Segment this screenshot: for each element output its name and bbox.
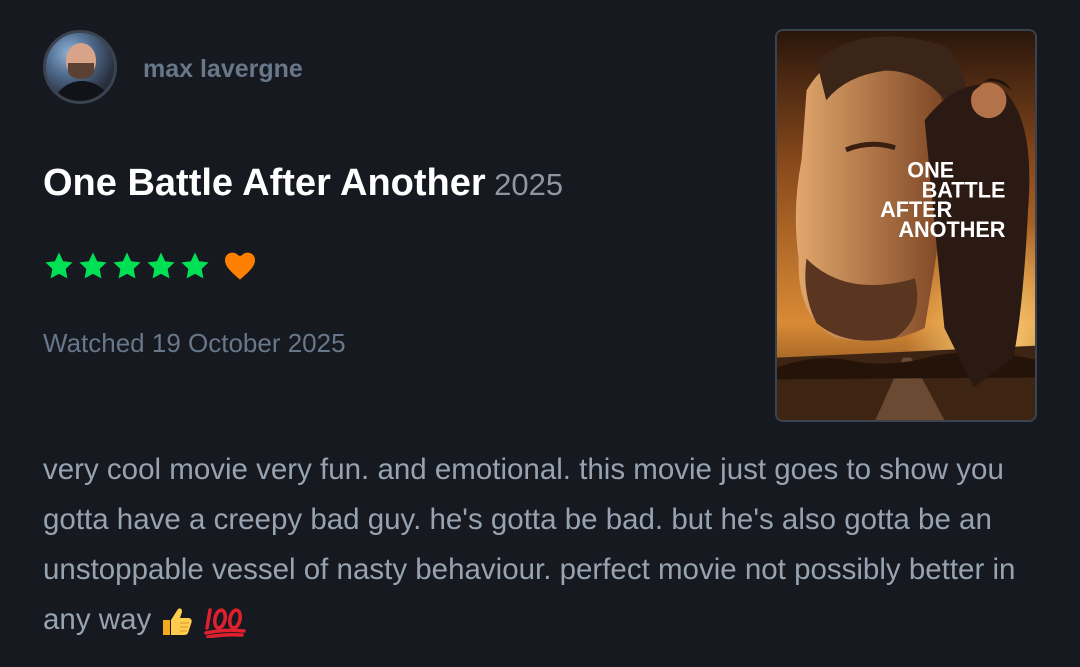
star-icon [43,250,75,282]
star-icon [77,250,109,282]
username-link[interactable]: max lavergne [143,55,303,84]
star-icon [111,250,143,282]
avatar-shirt [52,81,112,101]
rating-row [43,248,257,284]
watched-date[interactable]: Watched 19 October 2025 [43,328,346,359]
star-icon [145,250,177,282]
film-title-row: One Battle After Another 2025 [43,162,563,205]
hundred-points-icon [203,604,246,639]
film-year[interactable]: 2025 [494,167,563,202]
poster-title-line: ANOTHER [898,217,1005,242]
user-avatar[interactable] [43,30,117,104]
star-icon [179,250,211,282]
thumbs-up-icon [159,603,195,639]
film-title[interactable]: One Battle After Another [43,162,486,204]
review-body: very cool movie very fun. and emotional.… [43,445,1033,645]
film-poster[interactable]: ONE BATTLE AFTER ANOTHER [775,29,1037,422]
heart-icon [223,251,257,281]
avatar-beard [68,63,94,79]
